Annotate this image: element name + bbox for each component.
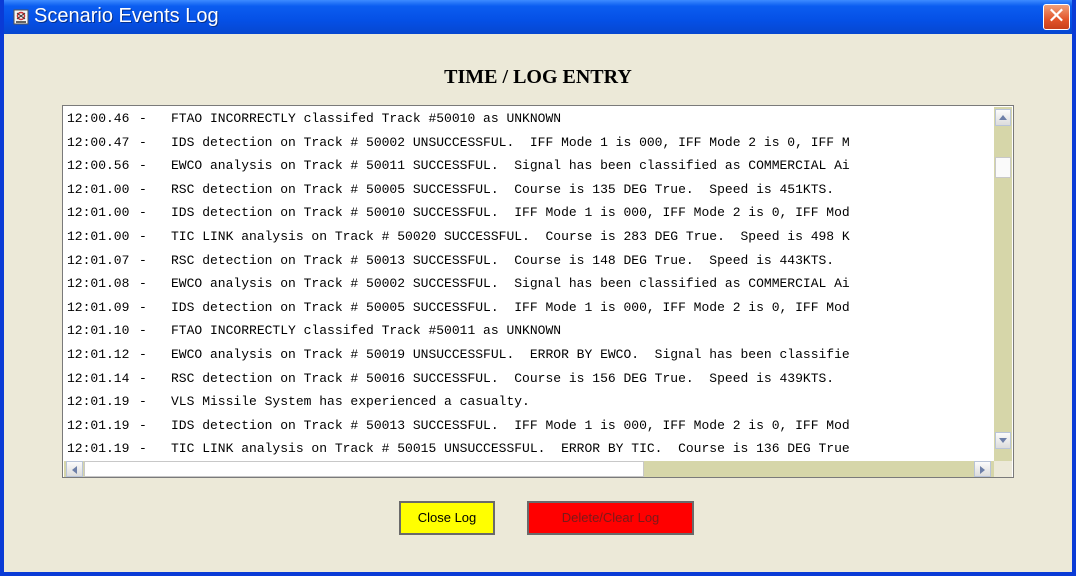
log-entry-text: VLS Missile System has experienced a cas… [171,394,530,410]
log-entry-text: EWCO analysis on Track # 50019 UNSUCCESS… [171,347,850,362]
log-entry-text: TIC LINK analysis on Track # 50020 SUCCE… [171,229,850,244]
log-entry-separator: - [139,276,147,292]
horizontal-scroll-thumb[interactable] [84,461,644,477]
log-entry-separator: - [139,229,147,244]
log-entry-separator: - [139,181,147,197]
log-entry-text: IDS detection on Track # 50002 UNSUCCESS… [171,134,850,150]
log-entry-time: 12:01.07 [67,252,130,268]
log-entry-time: 12:01.14 [67,370,130,386]
vertical-scrollbar[interactable] [994,107,1012,461]
log-entry-separator: - [139,370,147,386]
vertical-scroll-thumb[interactable] [995,157,1011,178]
log-entry-text: FTAO INCORRECTLY classifed Track #50010 … [171,111,562,126]
log-entry-time: 12:01.19 [67,417,130,433]
log-entry: 12:01.14- RSC detection on Track # 50016 … [67,367,834,390]
log-entry: 12:01.00- TIC LINK analysis on Track # 50… [67,225,850,248]
log-heading: TIME / LOG ENTRY [444,66,632,88]
log-entry-time: 12:01.00 [67,205,130,221]
log-entry: 12:01.07- RSC detection on Track # 50013 … [67,249,834,272]
scrollbar-corner [994,461,1012,477]
scroll-right-button[interactable] [974,461,991,477]
log-entry: 12:01.00- IDS detection on Track # 50010 … [67,201,850,224]
log-entry: 12:01.08- EWCO analysis on Track # 50002 … [67,272,850,295]
log-entry: 12:00.56- EWCO analysis on Track # 50011 … [67,154,850,177]
scenario-events-log-window: Scenario Events Log ✕ TIME / LOG ENTRY 1… [0,0,1076,576]
log-entry-text: EWCO analysis on Track # 50011 SUCCESSFU… [171,158,850,174]
log-entry: 12:01.00- RSC detection on Track # 50005 … [67,178,834,201]
log-entry-separator: - [139,205,147,221]
log-entry-text: IDS detection on Track # 50013 SUCCESSFU… [171,417,850,433]
log-entry: 12:00.46- FTAO INCORRECTLY classifed Trac… [67,107,561,130]
log-entry-time: 12:01.12 [67,347,130,362]
log-entry: 12:01.10- FTAO INCORRECTLY classifed Trac… [67,319,561,342]
log-entry-time: 12:01.19 [67,394,130,410]
log-entry: 12:01.19- VLS Missile System has experien… [67,390,530,413]
log-entry-separator: - [139,299,147,315]
log-entry-time: 12:01.08 [67,276,130,292]
scroll-down-arrow-icon [999,438,1007,443]
app-icon [13,9,29,25]
log-entry-separator: - [139,441,147,457]
log-entry-time: 12:01.10 [67,323,130,339]
scroll-left-arrow-icon [72,466,77,474]
log-entry-text: RSC detection on Track # 50013 SUCCESSFU… [171,252,835,268]
log-entry-separator: - [139,252,147,268]
log-entry: 12:01.19- IDS detection on Track # 50013 … [67,414,850,437]
log-entry-separator: - [139,134,147,150]
log-entry-separator: - [139,394,147,410]
log-entry-time: 12:00.56 [67,158,130,174]
log-entry-time: 12:01.09 [67,299,130,315]
log-entry-text: EWCO analysis on Track # 50002 SUCCESSFU… [171,276,850,292]
horizontal-scrollbar[interactable] [64,461,994,477]
log-entry-text: FTAO INCORRECTLY classifed Track #50011 … [171,323,562,339]
title-bar[interactable]: Scenario Events Log ✕ [4,0,1072,34]
log-text-area[interactable]: 12:00.46- FTAO INCORRECTLY classifed Trac… [64,107,994,461]
log-entry-time: 12:01.19 [67,441,130,457]
log-entry-time: 12:00.46 [67,111,130,126]
log-entry: 12:01.12- EWCO analysis on Track # 50019 … [67,343,850,366]
close-log-button[interactable]: Close Log [399,501,495,535]
delete-clear-log-button[interactable]: Delete/Clear Log [527,501,694,535]
log-entry-separator: - [139,323,147,339]
log-entry: 12:01.09- IDS detection on Track # 50005 … [67,296,850,319]
log-entry-time: 12:01.00 [67,229,130,244]
log-entry-text: IDS detection on Track # 50010 SUCCESSFU… [171,205,850,221]
scroll-left-button[interactable] [66,461,83,477]
log-entry: 12:00.47- IDS detection on Track # 50002 … [67,131,850,154]
log-entry-separator: - [139,158,147,174]
log-entry-text: RSC detection on Track # 50016 SUCCESSFU… [171,370,835,386]
log-entry-separator: - [139,347,147,362]
log-panel[interactable]: 12:00.46- FTAO INCORRECTLY classifed Trac… [62,105,1014,478]
log-entry-time: 12:00.47 [67,134,130,150]
scroll-down-button[interactable] [995,432,1011,449]
log-entry-time: 12:01.00 [67,181,130,197]
scroll-right-arrow-icon [980,466,985,474]
log-entry-text: RSC detection on Track # 50005 SUCCESSFU… [171,181,835,197]
log-entry: 12:01.19- TIC LINK analysis on Track # 50… [67,437,850,460]
log-entry-separator: - [139,417,147,433]
scroll-up-arrow-icon [999,115,1007,120]
scroll-up-button[interactable] [995,109,1011,126]
log-entry-separator: - [139,111,147,126]
log-entry-text: TIC LINK analysis on Track # 50015 UNSUC… [171,441,850,457]
close-icon: ✕ [1047,4,1066,29]
close-window-button[interactable]: ✕ [1043,4,1070,30]
window-title: Scenario Events Log [34,5,219,27]
log-entry-text: IDS detection on Track # 50005 SUCCESSFU… [171,299,850,315]
